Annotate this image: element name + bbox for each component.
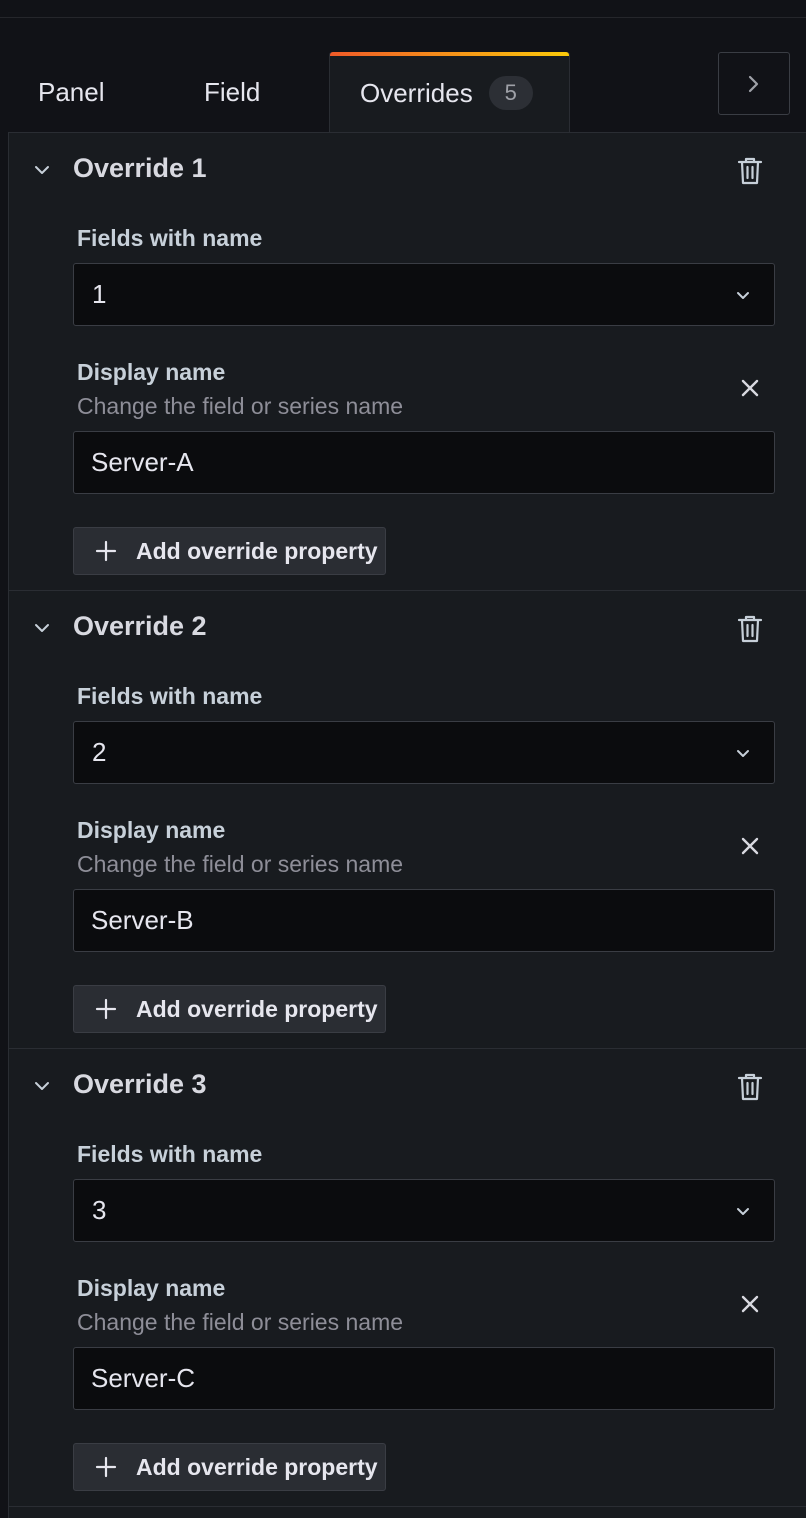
override-title: Override 2 bbox=[73, 611, 207, 641]
field-name-value: 1 bbox=[92, 279, 107, 309]
override-section: Override 2 Fields with name 2 Display na… bbox=[9, 591, 806, 1049]
override-header[interactable]: Override 1 bbox=[9, 133, 806, 209]
add-override-property-label: Add override property bbox=[136, 537, 378, 564]
close-icon[interactable] bbox=[739, 835, 761, 857]
override-header[interactable]: Override 3 bbox=[9, 1049, 806, 1125]
plus-icon bbox=[95, 998, 117, 1020]
chevron-down-icon[interactable] bbox=[31, 159, 53, 181]
add-override-property-button[interactable]: Add override property bbox=[73, 527, 386, 575]
trash-icon[interactable] bbox=[735, 155, 765, 187]
chevron-down-icon bbox=[737, 750, 749, 757]
overrides-count-badge: 5 bbox=[488, 76, 533, 110]
property-description: Change the field or series name bbox=[77, 851, 404, 877]
close-icon[interactable] bbox=[739, 1293, 761, 1315]
chevron-right-icon bbox=[748, 75, 759, 92]
overrides-list: Override 1 Fields with name 1 Display na… bbox=[8, 132, 806, 1518]
collapse-options-button[interactable] bbox=[718, 52, 790, 115]
options-tab-bar: Panel Field Overrides 5 bbox=[0, 18, 806, 133]
add-override-property-label: Add override property bbox=[136, 995, 378, 1022]
property-label: Display name bbox=[77, 359, 226, 385]
property-label: Display name bbox=[77, 817, 226, 843]
property-description: Change the field or series name bbox=[77, 1309, 404, 1335]
field-name-value: 2 bbox=[92, 737, 107, 767]
override-section: Override 3 Fields with name 3 Display na… bbox=[9, 1049, 806, 1507]
tab-overrides[interactable]: Overrides 5 bbox=[329, 52, 570, 133]
chevron-down-icon bbox=[737, 1208, 749, 1215]
override-title: Override 3 bbox=[73, 1069, 207, 1099]
override-title: Override 1 bbox=[73, 153, 207, 183]
override-header[interactable]: Override 2 bbox=[9, 591, 806, 667]
display-name-input[interactable] bbox=[73, 431, 775, 494]
matcher-label: Fields with name bbox=[77, 225, 263, 251]
override-section: Override 1 Fields with name 1 Display na… bbox=[9, 133, 806, 591]
field-name-value: 3 bbox=[92, 1195, 107, 1225]
chevron-down-icon[interactable] bbox=[31, 617, 53, 639]
matcher-label: Fields with name bbox=[77, 683, 263, 709]
chevron-down-icon bbox=[737, 292, 749, 299]
close-icon[interactable] bbox=[739, 377, 761, 399]
add-override-property-label: Add override property bbox=[136, 1453, 378, 1480]
tab-panel[interactable]: Panel bbox=[38, 52, 105, 133]
trash-icon[interactable] bbox=[735, 1071, 765, 1103]
property-label: Display name bbox=[77, 1275, 226, 1301]
plus-icon bbox=[95, 1456, 117, 1478]
field-name-select[interactable]: 2 bbox=[73, 721, 775, 784]
trash-icon[interactable] bbox=[735, 613, 765, 645]
top-bar bbox=[0, 0, 806, 18]
add-override-property-button[interactable]: Add override property bbox=[73, 1443, 386, 1491]
field-name-select[interactable]: 3 bbox=[73, 1179, 775, 1242]
tab-field-label: Field bbox=[204, 77, 261, 107]
property-description: Change the field or series name bbox=[77, 393, 404, 419]
tab-panel-label: Panel bbox=[38, 77, 105, 107]
display-name-input[interactable] bbox=[73, 1347, 775, 1410]
tab-overrides-label: Overrides bbox=[360, 77, 473, 108]
plus-icon bbox=[95, 540, 117, 562]
tab-field[interactable]: Field bbox=[204, 52, 260, 133]
add-override-property-button[interactable]: Add override property bbox=[73, 985, 386, 1033]
display-name-input[interactable] bbox=[73, 889, 775, 952]
field-name-select[interactable]: 1 bbox=[73, 263, 775, 326]
matcher-label: Fields with name bbox=[77, 1141, 263, 1167]
chevron-down-icon[interactable] bbox=[31, 1075, 53, 1097]
